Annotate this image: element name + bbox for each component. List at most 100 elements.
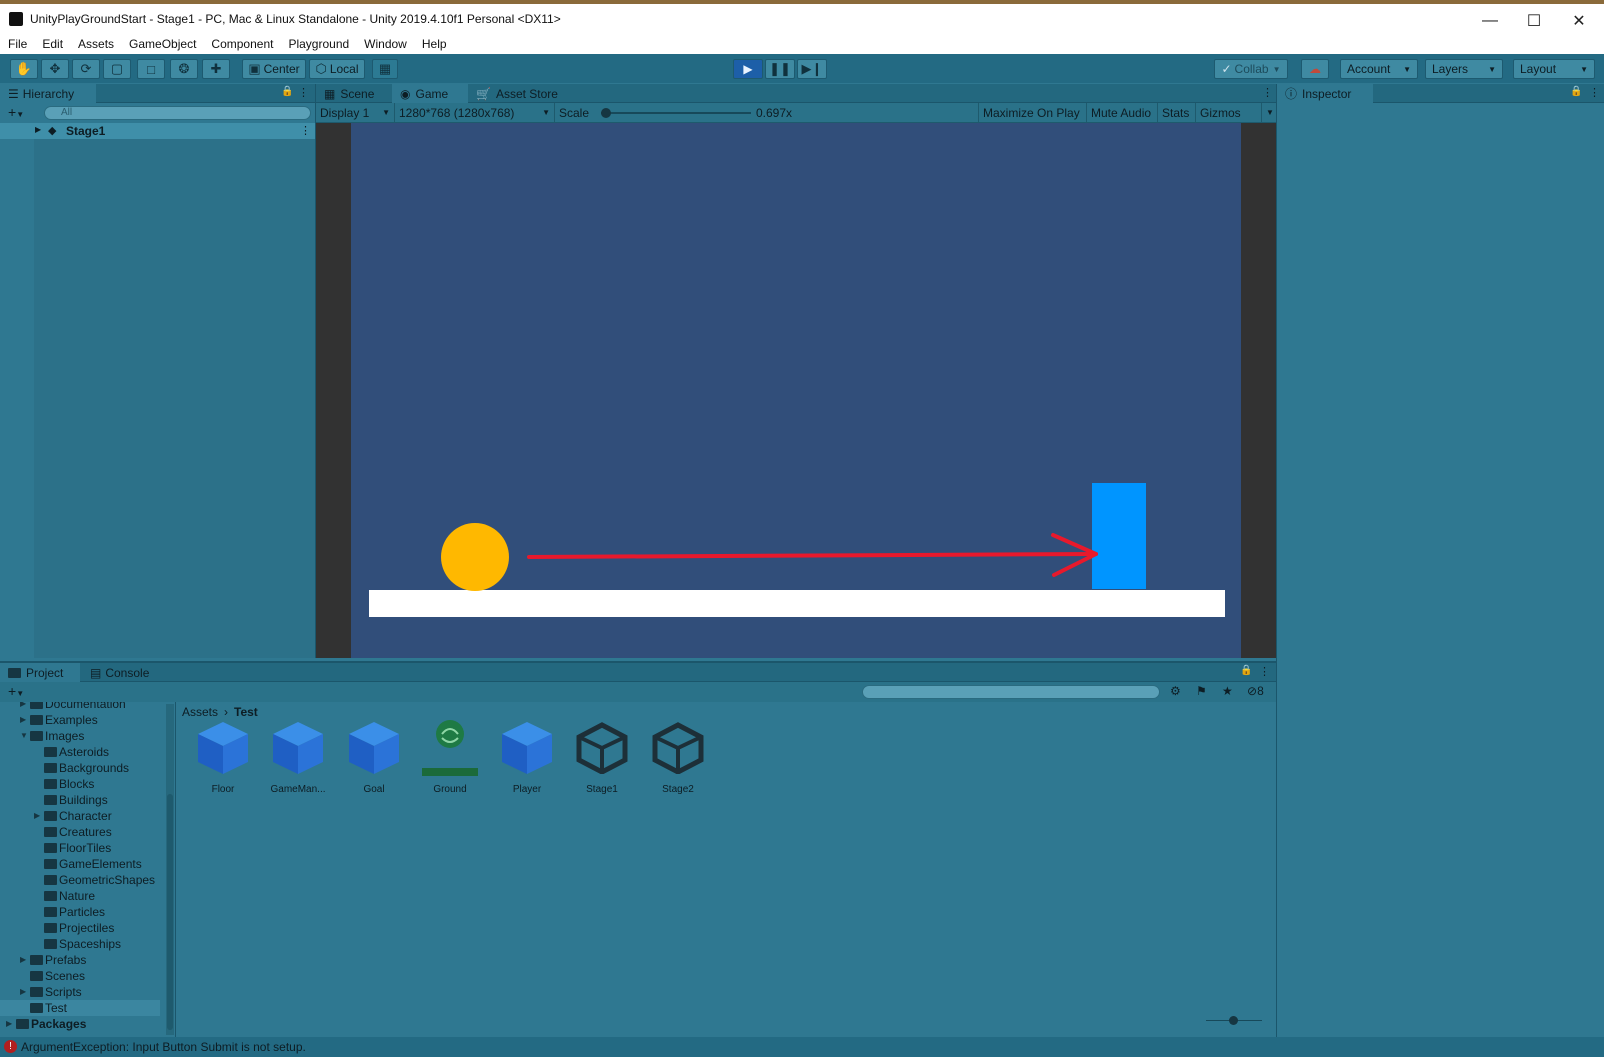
folder-tree-item[interactable]: ▶ Prefabs xyxy=(0,952,160,968)
display-dropdown[interactable]: Display 1 ▼ xyxy=(316,103,394,122)
minimize-icon[interactable]: — xyxy=(1468,8,1512,34)
menu-help[interactable]: Help xyxy=(414,34,454,54)
asset-item[interactable]: Floor xyxy=(187,718,259,795)
expand-arrow-icon[interactable]: ▶ xyxy=(20,702,30,708)
custom-tool-icon[interactable]: ✚ xyxy=(202,59,230,79)
stats-toggle[interactable]: Stats xyxy=(1157,103,1195,122)
asset-item[interactable]: Goal xyxy=(338,718,410,795)
folder-tree-item[interactable]: ▶ Examples xyxy=(0,712,160,728)
folder-tree-item[interactable]: Buildings xyxy=(0,792,160,808)
expand-arrow-icon[interactable]: ▶ xyxy=(20,955,30,964)
tree-scrollbar-thumb[interactable] xyxy=(167,794,173,1030)
folder-tree-item[interactable]: Projectiles xyxy=(0,920,160,936)
menu-assets[interactable]: Assets xyxy=(70,34,121,54)
menu-window[interactable]: Window xyxy=(356,34,414,54)
status-bar[interactable]: ! ArgumentException: Input Button Submit… xyxy=(0,1037,1604,1057)
move-tool-icon[interactable]: ✥ xyxy=(41,59,69,79)
layers-dropdown[interactable]: Layers ▼ xyxy=(1425,59,1503,79)
tab-asset-store[interactable]: 🛒 Asset Store xyxy=(468,84,568,103)
gizmos-dropdown-icon[interactable]: ▼ xyxy=(1261,103,1276,122)
scale-tool-icon[interactable]: ▢ xyxy=(103,59,131,79)
folder-tree-item[interactable]: Spaceships xyxy=(0,936,160,952)
close-icon[interactable]: ✕ xyxy=(1557,8,1601,34)
menu-edit[interactable]: Edit xyxy=(34,34,70,54)
transform-tool-icon[interactable]: ❂ xyxy=(170,59,198,79)
layout-dropdown[interactable]: Layout ▼ xyxy=(1513,59,1595,79)
maximize-on-play-toggle[interactable]: Maximize On Play xyxy=(978,103,1086,122)
menu-playground[interactable]: Playground xyxy=(280,34,356,54)
expand-arrow-icon[interactable]: ▶ xyxy=(6,1019,16,1028)
tab-scene[interactable]: ▦ Scene xyxy=(316,84,392,103)
tab-game[interactable]: ◉ Game xyxy=(392,84,468,103)
kebab-menu-icon[interactable]: ⋮ xyxy=(300,124,311,137)
grid-snap-icon[interactable]: ▦ xyxy=(372,59,398,79)
space-local-toggle[interactable]: ⬡ Local xyxy=(309,59,365,79)
step-button[interactable]: ▶❙ xyxy=(797,59,827,79)
folder-tree-item[interactable]: ▶ Character xyxy=(0,808,160,824)
breadcrumb-assets[interactable]: Assets xyxy=(182,705,218,719)
filter-label-icon[interactable]: ⚑ xyxy=(1196,684,1207,698)
account-dropdown[interactable]: Account ▼ xyxy=(1340,59,1418,79)
folder-tree-item[interactable]: Particles xyxy=(0,904,160,920)
expanded-arrow-icon[interactable]: ▼ xyxy=(20,731,30,740)
folder-tree-item[interactable]: Creatures xyxy=(0,824,160,840)
asset-item[interactable]: Player xyxy=(491,718,563,795)
add-object-icon[interactable]: +▼ xyxy=(8,104,24,120)
hidden-packages-toggle[interactable]: ⊘8 xyxy=(1247,684,1264,698)
gizmos-toggle[interactable]: Gizmos xyxy=(1195,103,1261,122)
zoom-slider-thumb[interactable] xyxy=(1229,1016,1238,1025)
folder-tree-item[interactable]: ▶ Scripts xyxy=(0,984,160,1000)
kebab-menu-icon[interactable]: ⋮ xyxy=(1259,665,1270,678)
project-search-input[interactable] xyxy=(862,685,1160,699)
folder-tree-item[interactable]: Asteroids xyxy=(0,744,160,760)
expand-arrow-icon[interactable]: ▶ xyxy=(20,715,30,724)
folder-tree-item[interactable]: ▶ Packages xyxy=(0,1016,160,1032)
lock-icon[interactable]: 🔒 xyxy=(1240,665,1252,676)
folder-tree-item[interactable]: ▼ Images xyxy=(0,728,160,744)
pause-button[interactable]: ❚❚ xyxy=(765,59,795,79)
asset-item[interactable]: Ground xyxy=(414,718,486,795)
maximize-icon[interactable]: ☐ xyxy=(1512,8,1556,34)
rotate-tool-icon[interactable]: ⟳ xyxy=(72,59,100,79)
folder-tree-item[interactable]: Test xyxy=(0,1000,160,1016)
folder-tree-item[interactable]: Scenes xyxy=(0,968,160,984)
create-asset-icon[interactable]: +▼ xyxy=(8,683,24,699)
menu-gameobject[interactable]: GameObject xyxy=(121,34,203,54)
tab-console[interactable]: ▤ Console xyxy=(82,663,162,682)
lock-icon[interactable]: 🔒 xyxy=(1570,86,1582,97)
play-button[interactable]: ▶ xyxy=(733,59,763,79)
folder-tree-item[interactable]: Nature xyxy=(0,888,160,904)
asset-item[interactable]: Stage2 xyxy=(642,718,714,795)
favorite-icon[interactable]: ★ xyxy=(1222,684,1233,698)
scale-slider-thumb[interactable] xyxy=(601,108,611,118)
tab-inspector[interactable]: ⓘ Inspector xyxy=(1277,84,1373,103)
scale-slider-track[interactable] xyxy=(601,112,751,114)
folder-tree-item[interactable]: GameElements xyxy=(0,856,160,872)
filter-type-icon[interactable]: ⚙ xyxy=(1170,684,1181,698)
folder-tree-item[interactable]: GeometricShapes xyxy=(0,872,160,888)
kebab-menu-icon[interactable]: ⋮ xyxy=(1262,86,1273,99)
expand-arrow-icon[interactable]: ▶ xyxy=(20,987,30,996)
expand-arrow-icon[interactable]: ▶ xyxy=(34,811,44,820)
folder-tree-item[interactable]: Backgrounds xyxy=(0,760,160,776)
menu-component[interactable]: Component xyxy=(203,34,280,54)
resolution-dropdown[interactable]: 1280*768 (1280x768) ▼ xyxy=(394,103,554,122)
collab-button[interactable]: ✓ Collab ▼ xyxy=(1214,59,1288,79)
asset-item[interactable]: Stage1 xyxy=(566,718,638,795)
tab-hierarchy[interactable]: ☰ Hierarchy xyxy=(0,84,96,103)
rect-tool-icon[interactable]: □ xyxy=(137,59,165,79)
game-viewport[interactable] xyxy=(351,123,1241,658)
tab-project[interactable]: Project xyxy=(0,663,80,682)
pivot-center-toggle[interactable]: ▣ Center xyxy=(242,59,306,79)
menu-file[interactable]: File xyxy=(0,34,34,54)
lock-icon[interactable]: 🔒 xyxy=(281,86,293,97)
hand-tool-icon[interactable]: ✋ xyxy=(10,59,38,79)
hierarchy-search-input[interactable]: All xyxy=(44,106,311,120)
kebab-menu-icon[interactable]: ⋮ xyxy=(298,86,309,99)
asset-item[interactable]: GameMan... xyxy=(262,718,334,795)
folder-tree-item[interactable]: FloorTiles xyxy=(0,840,160,856)
tree-scrollbar[interactable] xyxy=(166,704,174,1035)
mute-audio-toggle[interactable]: Mute Audio xyxy=(1086,103,1157,122)
hierarchy-row-stage1[interactable]: ▶ ◆ Stage1 ⋮ xyxy=(0,123,316,139)
folder-tree-item[interactable]: ▶ Documentation xyxy=(0,702,160,712)
